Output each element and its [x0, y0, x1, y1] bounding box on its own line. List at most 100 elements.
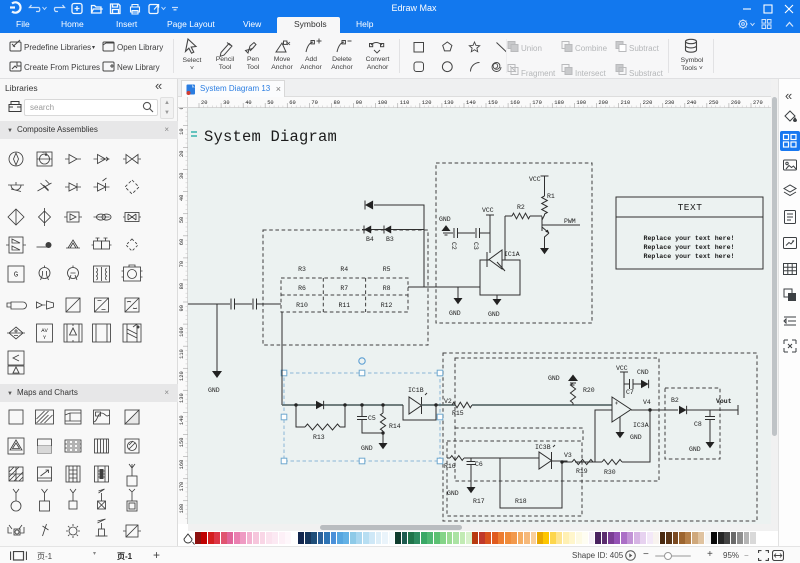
- svg-text:140: 140: [179, 415, 185, 425]
- svg-text:270: 270: [753, 100, 763, 106]
- svg-text:VCC: VCC: [482, 207, 494, 214]
- svg-text:90: 90: [179, 305, 185, 311]
- svg-text:160: 160: [510, 100, 520, 106]
- svg-text:VCC: VCC: [529, 176, 541, 183]
- svg-text:R16: R16: [444, 463, 456, 470]
- svg-text:70: 70: [179, 261, 185, 267]
- svg-text:R4: R4: [340, 266, 348, 273]
- svg-text:B2: B2: [671, 397, 679, 404]
- svg-text:R10: R10: [296, 302, 308, 309]
- svg-text:210: 210: [621, 100, 631, 106]
- svg-text:PWM: PWM: [564, 218, 576, 225]
- svg-text:10: 10: [179, 128, 185, 134]
- svg-text:R19: R19: [576, 468, 588, 475]
- svg-text:GND: GND: [488, 311, 500, 318]
- svg-text:80: 80: [179, 283, 185, 289]
- svg-text:70: 70: [311, 100, 317, 106]
- svg-text:110: 110: [179, 349, 185, 359]
- svg-text:GND: GND: [630, 434, 642, 441]
- svg-text:C8: C8: [694, 421, 702, 428]
- svg-text:Vout: Vout: [716, 398, 732, 405]
- svg-text:40: 40: [245, 100, 251, 106]
- svg-text:C2: C2: [450, 242, 457, 250]
- svg-text:CND: CND: [637, 369, 649, 376]
- svg-text:R3: R3: [298, 266, 306, 273]
- svg-text:90: 90: [356, 100, 362, 106]
- svg-text:180: 180: [554, 100, 564, 106]
- svg-text:40: 40: [179, 195, 185, 201]
- svg-text:R15: R15: [452, 410, 464, 417]
- svg-text:V2: V2: [444, 398, 452, 405]
- svg-text:150: 150: [488, 100, 498, 106]
- svg-text:60: 60: [179, 239, 185, 245]
- svg-text:100: 100: [378, 100, 388, 106]
- svg-text:R18: R18: [515, 498, 527, 505]
- svg-text:IC1B: IC1B: [408, 387, 424, 394]
- svg-text:System Diagram: System Diagram: [204, 128, 337, 146]
- svg-text:220: 220: [643, 100, 653, 106]
- svg-text:Y: Y: [43, 334, 47, 341]
- svg-text:R14: R14: [389, 423, 401, 430]
- svg-text:GND: GND: [439, 216, 451, 223]
- svg-text:R13: R13: [313, 434, 325, 441]
- svg-text:230: 230: [665, 100, 675, 106]
- svg-text:GND: GND: [361, 445, 373, 452]
- svg-text:Replace your text here!: Replace your text here!: [643, 253, 734, 260]
- svg-text:C3: C3: [472, 242, 479, 250]
- svg-text:B3: B3: [386, 236, 394, 243]
- svg-text:110: 110: [400, 100, 410, 106]
- svg-text:120: 120: [179, 371, 185, 381]
- svg-text:240: 240: [687, 100, 697, 106]
- svg-text:VCC: VCC: [616, 365, 628, 372]
- svg-text:R11: R11: [338, 302, 350, 309]
- svg-text:Replace your text here!: Replace your text here!: [643, 244, 734, 251]
- svg-text:R8: R8: [383, 285, 391, 292]
- svg-text:170: 170: [532, 100, 542, 106]
- svg-text:GND: GND: [689, 446, 701, 453]
- svg-text:R5: R5: [383, 266, 391, 273]
- svg-text:250: 250: [709, 100, 719, 106]
- svg-text:60: 60: [289, 100, 295, 106]
- svg-text:160: 160: [179, 460, 185, 470]
- svg-text:GND: GND: [449, 310, 461, 317]
- svg-text:100: 100: [179, 327, 185, 337]
- svg-text:30: 30: [179, 173, 185, 179]
- svg-text:TEXT: TEXT: [678, 202, 703, 213]
- svg-text:R1: R1: [547, 193, 555, 200]
- svg-text:170: 170: [179, 482, 185, 492]
- svg-text:C7: C7: [626, 389, 634, 396]
- svg-text:50: 50: [267, 100, 273, 106]
- svg-text:G: G: [14, 272, 18, 280]
- svg-text:GND: GND: [548, 375, 560, 382]
- svg-text:IC1A: IC1A: [504, 251, 520, 258]
- svg-text:20: 20: [179, 151, 185, 157]
- svg-text:V4: V4: [643, 399, 651, 406]
- svg-text:190: 190: [576, 100, 586, 106]
- svg-text:200: 200: [598, 100, 608, 106]
- svg-text:50: 50: [179, 217, 185, 223]
- svg-text:140: 140: [466, 100, 476, 106]
- svg-text:GND: GND: [447, 490, 459, 497]
- svg-text:C5: C5: [368, 415, 376, 422]
- svg-text:120: 120: [422, 100, 432, 106]
- svg-text:C6: C6: [475, 461, 483, 468]
- svg-text:150: 150: [179, 438, 185, 448]
- svg-text:R6: R6: [298, 285, 306, 292]
- svg-text:R17: R17: [473, 498, 485, 505]
- svg-text:AV: AV: [41, 327, 48, 334]
- svg-text:R7: R7: [340, 285, 348, 292]
- svg-text:R30: R30: [604, 469, 616, 476]
- svg-text:20: 20: [201, 100, 207, 106]
- svg-text:Replace your text here!: Replace your text here!: [643, 235, 734, 242]
- svg-text:180: 180: [179, 504, 185, 514]
- svg-text:R2: R2: [517, 204, 525, 211]
- svg-text:30: 30: [223, 100, 229, 106]
- svg-text:R12: R12: [381, 302, 393, 309]
- svg-text:130: 130: [179, 393, 185, 403]
- svg-text:GND: GND: [208, 387, 220, 394]
- svg-text:80: 80: [334, 100, 340, 106]
- svg-text:IC3A: IC3A: [633, 422, 649, 429]
- svg-text:IC3B: IC3B: [535, 444, 551, 451]
- svg-text:V3: V3: [564, 452, 572, 459]
- svg-text:R20: R20: [583, 387, 595, 394]
